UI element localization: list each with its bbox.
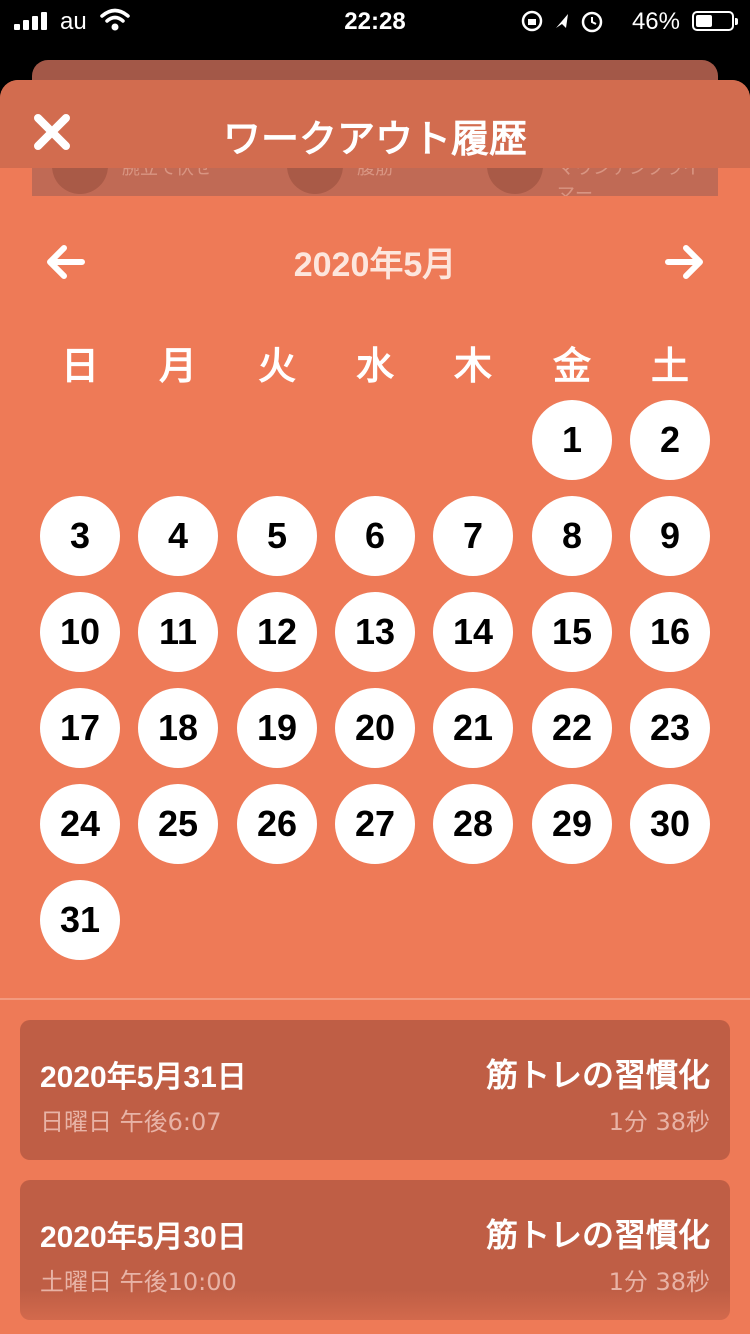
weekday-header: 日 月 火 水 木 金 土 — [30, 335, 720, 388]
calendar-day-30[interactable]: 30 — [630, 784, 710, 864]
background-exercise-strip: 腕立て伏せ 腹筋 マウンテンクライマー — [32, 168, 718, 196]
calendar-day-22[interactable]: 22 — [532, 688, 612, 768]
calendar-day-28[interactable]: 28 — [433, 784, 513, 864]
calendar-day-27[interactable]: 27 — [335, 784, 415, 864]
battery-percent: 46% — [631, 8, 680, 35]
calendar-day-19[interactable]: 19 — [237, 688, 317, 768]
calendar-day-15[interactable]: 15 — [532, 592, 612, 672]
calendar-day-23[interactable]: 23 — [630, 688, 710, 768]
calendar-day-26[interactable]: 26 — [237, 784, 317, 864]
divider — [0, 998, 750, 1000]
status-bar: au 22:28 46% — [0, 0, 750, 40]
month-title: 2020年5月 — [293, 246, 457, 284]
calendar-day-14[interactable]: 14 — [433, 592, 513, 672]
calendar-day-13[interactable]: 13 — [335, 592, 415, 672]
ghost-exercise-1: 腕立て伏せ — [122, 168, 212, 179]
entry-workout-name: 筋トレの習慣化 — [485, 1056, 710, 1094]
calendar-day-18[interactable]: 18 — [138, 688, 218, 768]
weekday-fri: 金 — [552, 344, 591, 388]
calendar-day-8[interactable]: 8 — [532, 496, 612, 576]
calendar-day-10[interactable]: 10 — [40, 592, 120, 672]
calendar-day-5[interactable]: 5 — [237, 496, 317, 576]
calendar-day-31[interactable]: 31 — [40, 880, 120, 960]
entry-duration: 1分 38秒 — [608, 1268, 710, 1296]
entry-date: 2020年5月31日 — [40, 1061, 247, 1094]
calendar-day-11[interactable]: 11 — [138, 592, 218, 672]
calendar-day-25[interactable]: 25 — [138, 784, 218, 864]
calendar-day-6[interactable]: 6 — [335, 496, 415, 576]
entry-workout-name: 筋トレの習慣化 — [485, 1216, 710, 1254]
calendar-day-3[interactable]: 3 — [40, 496, 120, 576]
history-entry[interactable]: 2020年5月30日 土曜日 午後10:00 筋トレの習慣化 1分 38秒 — [20, 1180, 730, 1320]
weekday-sat: 土 — [650, 344, 689, 388]
entry-weekday-time: 日曜日 午後6:07 — [40, 1108, 222, 1136]
weekday-mon: 月 — [158, 344, 197, 388]
calendar-day-21[interactable]: 21 — [433, 688, 513, 768]
calendar-day-4[interactable]: 4 — [138, 496, 218, 576]
history-entry[interactable]: 2020年5月31日 日曜日 午後6:07 筋トレの習慣化 1分 38秒 — [20, 1020, 730, 1160]
location-alarm-icons — [521, 10, 603, 33]
ghost-exercise-3: マウンテンクライマー — [557, 168, 701, 196]
calendar-day-1[interactable]: 1 — [532, 400, 612, 480]
calendar-day-17[interactable]: 17 — [40, 688, 120, 768]
calendar-day-24[interactable]: 24 — [40, 784, 120, 864]
weekday-wed: 水 — [355, 344, 394, 388]
next-month-arrow-icon[interactable] — [662, 240, 706, 284]
calendar-day-7[interactable]: 7 — [433, 496, 513, 576]
entry-weekday-time: 土曜日 午後10:00 — [40, 1268, 237, 1296]
calendar-day-16[interactable]: 16 — [630, 592, 710, 672]
calendar-day-9[interactable]: 9 — [630, 496, 710, 576]
ghost-exercise-2: 腹筋 — [357, 168, 393, 179]
entry-duration: 1分 38秒 — [608, 1108, 710, 1136]
weekday-thu: 木 — [453, 344, 492, 388]
calendar-day-20[interactable]: 20 — [335, 688, 415, 768]
calendar-day-12[interactable]: 12 — [237, 592, 317, 672]
battery-icon — [692, 11, 738, 31]
weekday-tue: 火 — [257, 344, 296, 388]
calendar-day-2[interactable]: 2 — [630, 400, 710, 480]
weekday-sun: 日 — [60, 344, 99, 388]
calendar-day-29[interactable]: 29 — [532, 784, 612, 864]
workout-history-sheet: 腕立て伏せ 腹筋 マウンテンクライマー ワークアウト履歴 2020年5月 日 月… — [0, 80, 750, 1334]
page-title: ワークアウト履歴 — [222, 117, 527, 161]
entry-date: 2020年5月30日 — [40, 1221, 247, 1254]
